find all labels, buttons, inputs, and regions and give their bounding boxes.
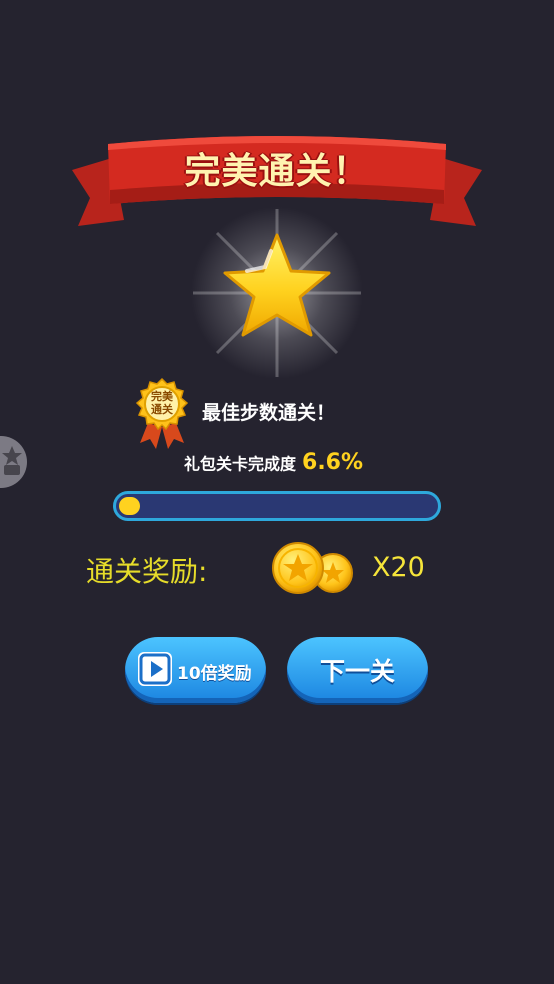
gift-progress-label: 礼包关卡完成度 (184, 454, 297, 474)
video-reward-button[interactable]: 10倍奖励 (125, 637, 266, 703)
perfect-clear-medal-icon: 完美 通关 (132, 377, 192, 449)
reward-label: 通关奖励: (86, 555, 208, 588)
reward-count: X20 (372, 552, 425, 583)
medal-text-line1: 完美 (151, 390, 173, 403)
star-box-icon (2, 446, 22, 475)
page-title: 完美通关！ (184, 151, 370, 192)
gift-progress-bar (113, 491, 441, 521)
medal-text-line2: 通关 (151, 403, 173, 416)
best-steps-text: 最佳步数通关！ (202, 402, 336, 424)
next-level-button[interactable]: 下一关 (287, 637, 428, 703)
star-icon (187, 205, 367, 380)
next-level-label: 下一关 (319, 657, 395, 686)
gift-progress-row: 礼包关卡完成度 6.6% (184, 450, 363, 475)
gift-progress-fill (119, 497, 141, 515)
play-video-icon (138, 652, 172, 686)
gift-progress-value: 6.6% (302, 450, 364, 475)
side-menu-handle[interactable] (0, 436, 27, 488)
coin-icon (270, 540, 356, 596)
video-reward-label: 10倍奖励 (177, 664, 252, 684)
